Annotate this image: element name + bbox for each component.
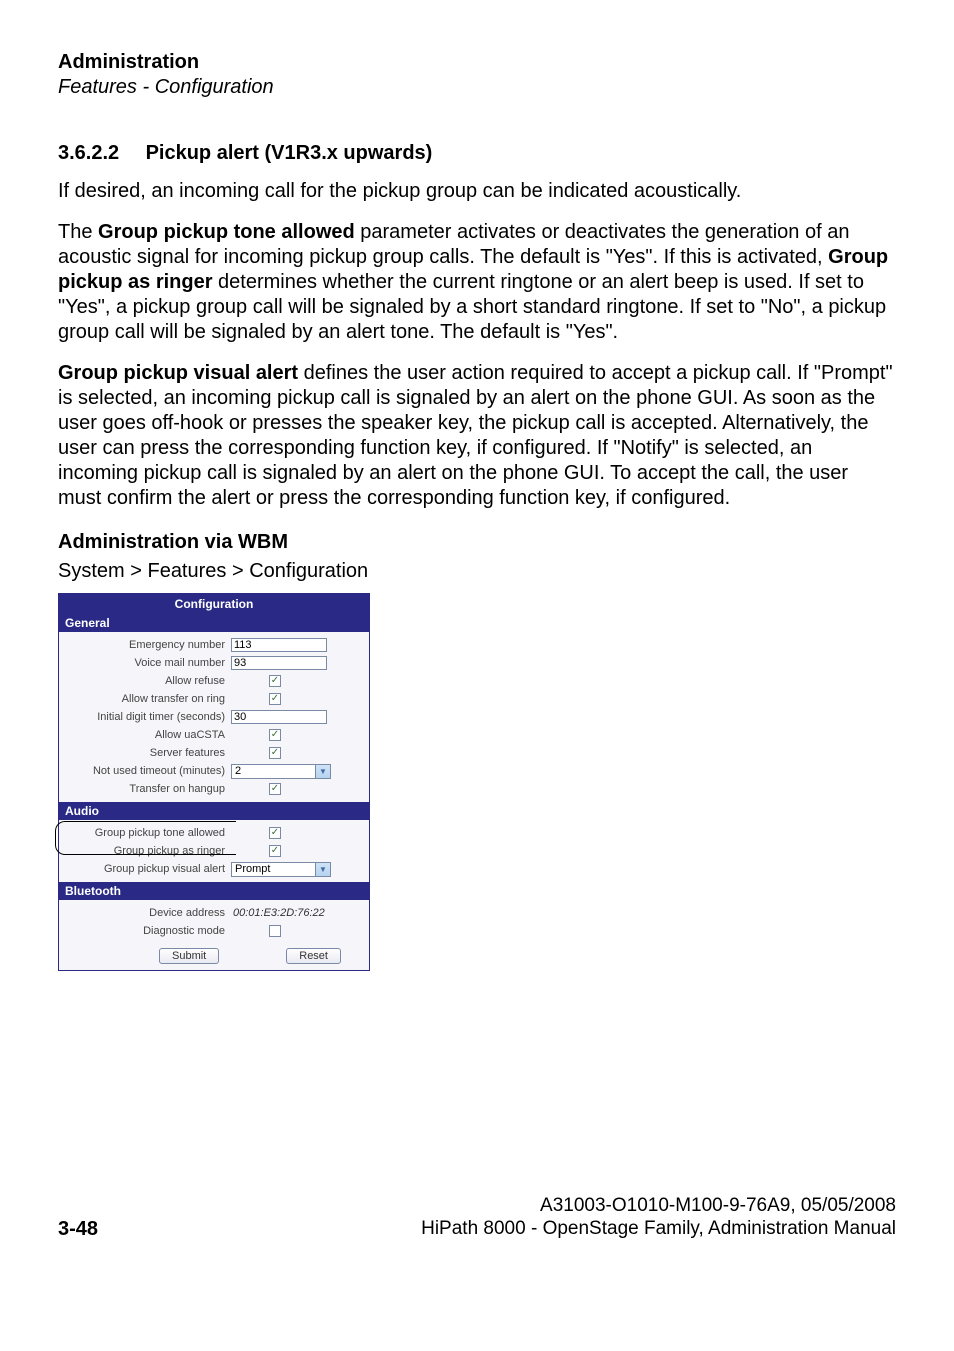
- chevron-down-icon: ▼: [315, 765, 330, 778]
- checkbox-transfer-on-hangup[interactable]: ✓: [269, 783, 281, 795]
- reset-button[interactable]: Reset: [286, 948, 341, 964]
- checkbox-allow-refuse[interactable]: ✓: [269, 675, 281, 687]
- paragraph-intro: If desired, an incoming call for the pic…: [58, 179, 896, 204]
- term-group-pickup-visual-alert: Group pickup visual alert: [58, 362, 298, 384]
- label-transfer-on-hangup: Transfer on hangup: [67, 783, 231, 795]
- running-header-subtitle: Features - Configuration: [58, 75, 896, 100]
- label-emergency-number: Emergency number: [67, 639, 231, 651]
- running-header-title: Administration: [58, 50, 896, 75]
- panel-section-bluetooth: Bluetooth: [59, 882, 369, 900]
- checkbox-group-pickup-as-ringer[interactable]: ✓: [269, 845, 281, 857]
- configuration-panel: Configuration General Emergency number V…: [58, 593, 370, 971]
- footer-doc-title: HiPath 8000 - OpenStage Family, Administ…: [421, 1217, 896, 1241]
- panel-button-row: Submit Reset: [59, 944, 369, 970]
- panel-body-general: Emergency number Voice mail number Allow…: [59, 632, 369, 802]
- panel-section-general: General: [59, 614, 369, 632]
- label-group-pickup-visual-alert: Group pickup visual alert: [67, 863, 231, 875]
- label-device-address: Device address: [67, 907, 231, 919]
- subheading-admin-via-wbm: Administration via WBM: [58, 531, 896, 554]
- input-initial-digit-timer[interactable]: [231, 710, 327, 724]
- checkbox-allow-transfer-on-ring[interactable]: ✓: [269, 693, 281, 705]
- label-allow-uacsta: Allow uaCSTA: [67, 729, 231, 741]
- input-voice-mail-number[interactable]: [231, 656, 327, 670]
- label-group-pickup-tone-allowed: Group pickup tone allowed: [67, 827, 231, 839]
- checkbox-allow-uacsta[interactable]: ✓: [269, 729, 281, 741]
- value-device-address: 00:01:E3:2D:76:22: [231, 907, 325, 919]
- footer-doc-id: A31003-O1010-M100-9-76A9, 05/05/2008: [421, 1194, 896, 1218]
- panel-body-audio: Group pickup tone allowed ✓ Group pickup…: [59, 820, 369, 882]
- label-allow-transfer-on-ring: Allow transfer on ring: [67, 693, 231, 705]
- checkbox-diagnostic-mode[interactable]: [269, 925, 281, 937]
- checkbox-server-features[interactable]: ✓: [269, 747, 281, 759]
- page-number: 3-48: [58, 1218, 98, 1241]
- label-server-features: Server features: [67, 747, 231, 759]
- label-initial-digit-timer: Initial digit timer (seconds): [67, 711, 231, 723]
- paragraph-visual-alert: Group pickup visual alert defines the us…: [58, 361, 896, 511]
- checkbox-group-pickup-tone-allowed[interactable]: ✓: [269, 827, 281, 839]
- submit-button[interactable]: Submit: [159, 948, 219, 964]
- input-emergency-number[interactable]: [231, 638, 327, 652]
- page-footer: 3-48 A31003-O1010-M100-9-76A9, 05/05/200…: [58, 1194, 896, 1242]
- section-title: Pickup alert (V1R3.x upwards): [146, 142, 433, 164]
- paragraph-tone: The Group pickup tone allowed parameter …: [58, 220, 896, 345]
- term-group-pickup-tone-allowed: Group pickup tone allowed: [98, 221, 355, 243]
- label-voice-mail-number: Voice mail number: [67, 657, 231, 669]
- breadcrumb: System > Features > Configuration: [58, 560, 896, 583]
- section-heading: 3.6.2.2 Pickup alert (V1R3.x upwards): [58, 142, 896, 165]
- document-page: Administration Features - Configuration …: [0, 0, 954, 1351]
- select-not-used-timeout[interactable]: 2 ▼: [231, 764, 331, 779]
- section-number: 3.6.2.2: [58, 142, 140, 165]
- panel-section-audio: Audio: [59, 802, 369, 820]
- panel-body-bluetooth: Device address 00:01:E3:2D:76:22 Diagnos…: [59, 900, 369, 944]
- label-diagnostic-mode: Diagnostic mode: [67, 925, 231, 937]
- select-group-pickup-visual-alert[interactable]: Prompt ▼: [231, 862, 331, 877]
- panel-title: Configuration: [59, 594, 369, 614]
- label-allow-refuse: Allow refuse: [67, 675, 231, 687]
- label-not-used-timeout: Not used timeout (minutes): [67, 765, 231, 777]
- chevron-down-icon: ▼: [315, 863, 330, 876]
- label-group-pickup-as-ringer: Group pickup as ringer: [67, 845, 231, 857]
